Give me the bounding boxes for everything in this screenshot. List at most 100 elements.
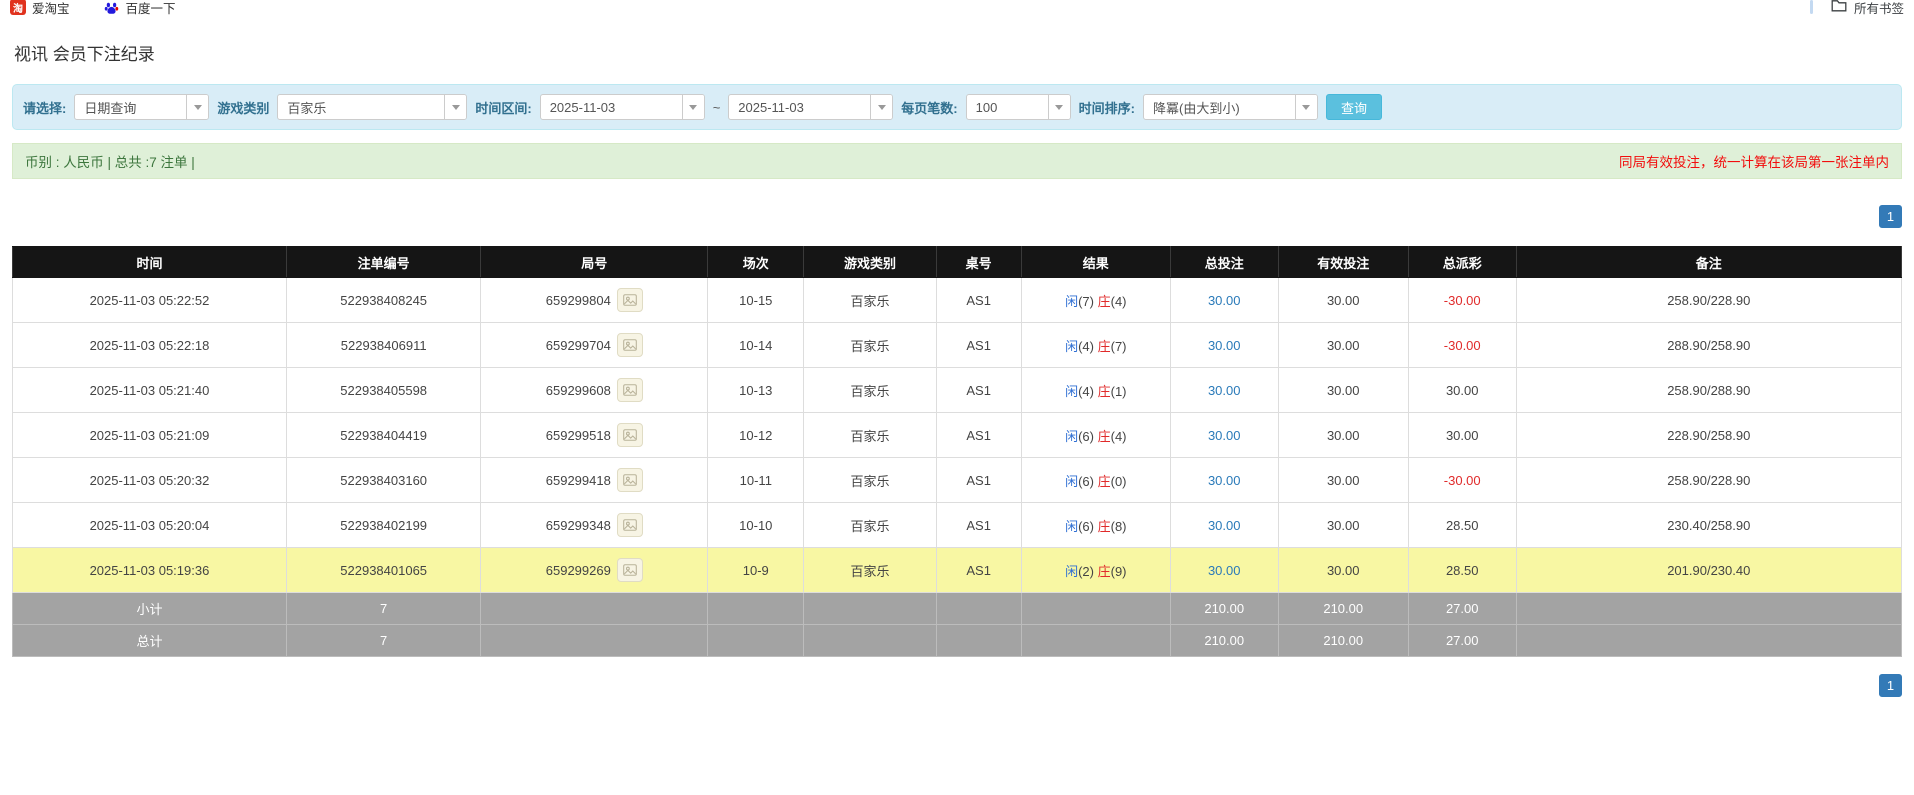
bookmark-aitaobao[interactable]: 淘 爱淘宝 [10, 0, 70, 16]
total-bet-link[interactable]: 30.00 [1208, 293, 1241, 308]
chevron-down-icon [681, 95, 704, 119]
table-cell [1020, 592, 1171, 625]
result-banker-count: (1) [1110, 383, 1127, 399]
table-cell [803, 624, 937, 657]
pagination-page-1-bottom[interactable]: 1 [1879, 674, 1902, 697]
total-bet-link[interactable]: 30.00 [1208, 383, 1241, 398]
total-bet-link[interactable]: 30.00 [1208, 338, 1241, 353]
total-total-bet: 210.00 [1169, 624, 1279, 657]
total-bet-link[interactable]: 30.00 [1208, 518, 1241, 533]
result-player-count: (6) [1078, 518, 1094, 534]
cell-session: 10-15 [707, 277, 805, 323]
cell-game-category: 百家乐 [803, 277, 937, 323]
result-player: 闲 [1065, 563, 1079, 579]
total-row: 总计 7 210.00 210.00 27.00 [12, 624, 1903, 657]
cell-valid-bet: 30.00 [1277, 412, 1409, 458]
cell-total-bet: 30.00 [1169, 457, 1279, 503]
pagination-page-1-top[interactable]: 1 [1879, 205, 1902, 228]
chevron-down-icon [1294, 95, 1317, 119]
cell-total-bet: 30.00 [1169, 502, 1279, 548]
table-row: 2025-11-03 05:22:18 522938406911 659299704… [12, 322, 1903, 368]
cell-valid-bet: 30.00 [1277, 547, 1409, 593]
column-header: 局号 [480, 246, 709, 278]
result-banker: 庄 [1097, 518, 1111, 534]
column-header: 总投注 [1169, 246, 1279, 278]
date-to-input[interactable]: 2025-11-03 [728, 94, 894, 120]
cell-time: 2025-11-03 05:20:32 [12, 457, 287, 503]
cell-result: 闲(6) 庄(0) [1020, 457, 1171, 503]
table-cell [707, 592, 805, 625]
query-button[interactable]: 查询 [1325, 94, 1382, 120]
result-banker-count: (8) [1110, 518, 1127, 534]
cell-game-category: 百家乐 [803, 412, 937, 458]
bookmark-baidu[interactable]: 百度一下 [103, 0, 176, 16]
cell-time: 2025-11-03 05:20:04 [12, 502, 287, 548]
result-player: 闲 [1065, 428, 1079, 444]
cell-table-number: AS1 [935, 457, 1022, 503]
all-bookmarks-button[interactable]: 所有书签 [1831, 0, 1904, 16]
cell-result: 闲(7) 庄(4) [1020, 277, 1171, 323]
table-cell [480, 624, 709, 657]
round-result-image-icon[interactable] [616, 378, 643, 402]
round-result-image-icon[interactable] [616, 333, 643, 357]
subtotal-total-bet: 210.00 [1169, 592, 1279, 625]
cell-session: 10-10 [707, 502, 805, 548]
round-result-image-icon[interactable] [616, 288, 643, 312]
cell-round-id: 659299804 [480, 277, 709, 323]
total-bet-link[interactable]: 30.00 [1208, 428, 1241, 443]
cell-time: 2025-11-03 05:22:52 [12, 277, 287, 323]
cell-payout: 30.00 [1407, 367, 1517, 413]
cell-round-id: 659299704 [480, 322, 709, 368]
cell-time: 2025-11-03 05:21:40 [12, 367, 287, 413]
page-size-select[interactable]: 100 [965, 94, 1071, 120]
cell-bet-id: 522938404419 [285, 412, 482, 458]
cell-result: 闲(6) 庄(8) [1020, 502, 1171, 548]
round-id: 659299608 [545, 382, 611, 398]
chevron-down-icon [444, 95, 467, 119]
cell-note: 258.90/228.90 [1515, 457, 1903, 503]
query-type-select[interactable]: 日期查询 [74, 94, 210, 120]
column-header: 结果 [1020, 246, 1171, 278]
baidu-icon [103, 0, 120, 15]
date-from-input[interactable]: 2025-11-03 [539, 94, 705, 120]
column-header: 备注 [1515, 246, 1903, 278]
result-player-count: (2) [1078, 563, 1094, 579]
subtotal-payout: 27.00 [1407, 592, 1517, 625]
game-category-select[interactable]: 百家乐 [277, 94, 468, 120]
cell-note: 258.90/288.90 [1515, 367, 1903, 413]
cell-note: 228.90/258.90 [1515, 412, 1903, 458]
round-id: 659299804 [545, 292, 611, 308]
cell-game-category: 百家乐 [803, 322, 937, 368]
cell-note: 201.90/230.40 [1515, 547, 1903, 593]
cell-session: 10-12 [707, 412, 805, 458]
round-result-image-icon[interactable] [616, 558, 643, 582]
cell-bet-id: 522938405598 [285, 367, 482, 413]
cell-valid-bet: 30.00 [1277, 457, 1409, 503]
total-payout: 27.00 [1407, 624, 1517, 657]
filter-panel: 请选择: 日期查询 游戏类别 百家乐 时间区间: 2025-11-03 ~ 20… [12, 84, 1902, 130]
result-banker: 庄 [1097, 428, 1111, 444]
total-valid-bet: 210.00 [1277, 624, 1409, 657]
table-cell [707, 624, 805, 657]
total-bet-link[interactable]: 30.00 [1208, 473, 1241, 488]
table-row: 2025-11-03 05:22:52 522938408245 659299804… [12, 277, 1903, 323]
round-result-image-icon[interactable] [616, 423, 643, 447]
summary-notice: 同局有效投注，统一计算在该局第一张注单内 [1619, 155, 1889, 170]
column-header: 有效投注 [1277, 246, 1409, 278]
result-banker: 庄 [1097, 383, 1111, 399]
total-bet-link[interactable]: 30.00 [1208, 563, 1241, 578]
cell-payout: 28.50 [1407, 502, 1517, 548]
result-banker-count: (4) [1110, 293, 1127, 309]
cell-payout: -30.00 [1407, 322, 1517, 368]
taobao-icon: 淘 [10, 0, 26, 15]
cell-session: 10-11 [707, 457, 805, 503]
chevron-down-icon [186, 95, 209, 119]
table-cell [1020, 624, 1171, 657]
cell-payout: 30.00 [1407, 412, 1517, 458]
time-sort-select[interactable]: 降冪(由大到小) [1142, 94, 1318, 120]
round-result-image-icon[interactable] [616, 513, 643, 537]
table-row: 2025-11-03 05:20:04 522938402199 659299348… [12, 502, 1903, 548]
date-range-label: 时间区间: [475, 100, 532, 116]
round-result-image-icon[interactable] [616, 468, 643, 492]
cell-time: 2025-11-03 05:21:09 [12, 412, 287, 458]
